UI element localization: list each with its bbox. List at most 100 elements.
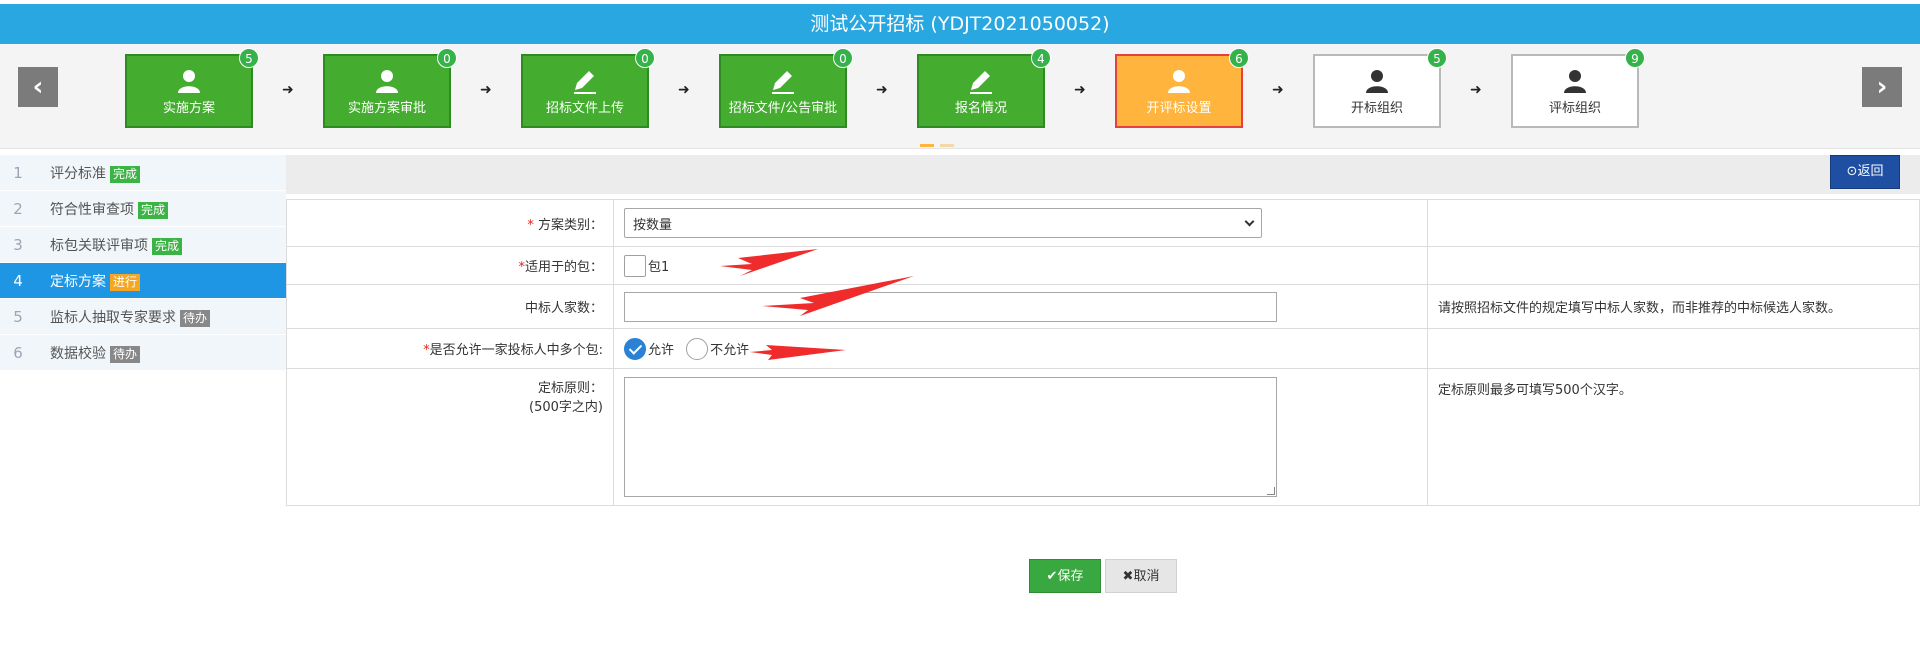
allow-radio[interactable] (624, 337, 646, 360)
form-row-package: *适用于的包： 包1 (286, 246, 1920, 285)
menu-item-label: 数据校验 待办 (50, 343, 141, 363)
menu-item-number: 2 (13, 199, 23, 218)
menu-item-label: 标包关联评审项 完成 (50, 235, 183, 255)
principle-cell (613, 368, 1428, 506)
multi-package-cell: 允许 不允许 (613, 328, 1428, 369)
scheme-type-cell: 按数量 (613, 199, 1428, 247)
step-count-badge: 4 (1031, 48, 1051, 68)
cancel-button[interactable]: ✖取消 (1105, 559, 1177, 593)
step-arrow-icon: ➜ (1470, 82, 1482, 98)
step-label: 实施方案审批 (347, 101, 426, 116)
menu-item-label: 定标方案 进行 (50, 271, 141, 291)
package-checkbox[interactable] (624, 254, 646, 277)
step-count-badge: 0 (437, 48, 457, 68)
step-label: 开标组织 (1350, 101, 1403, 116)
step-label: 实施方案 (162, 101, 215, 116)
step-arrow-icon: ➜ (1074, 82, 1086, 98)
step-tender-upload[interactable]: 招标文件上传 0 (521, 48, 655, 128)
user-icon (1168, 70, 1190, 93)
step-arrow-icon: ➜ (678, 82, 690, 98)
status-badge: 待办 (110, 345, 141, 363)
multi-package-label: *是否允许一家投标人中多个包: (286, 328, 614, 369)
user-icon (1366, 70, 1388, 93)
chevron-down-icon (1244, 216, 1255, 226)
package-label: *适用于的包： (286, 246, 614, 285)
user-icon (376, 70, 398, 93)
step-implementation-plan[interactable]: 实施方案 5 (125, 48, 259, 128)
allow-radio-label: 允许 (648, 343, 675, 358)
menu-item-expert-requirements[interactable]: 5 监标人抽取专家要求 待办 (0, 299, 286, 335)
menu-item-number: 3 (13, 235, 23, 254)
workflow-steps: ‹ 实施方案 5 ➜ 实施方案审批 0 ➜ 招标文件上传 0 ➜ 招标文件/公告… (0, 44, 1920, 149)
step-bid-opening[interactable]: 开标组织 5 (1313, 48, 1447, 128)
menu-item-number: 5 (13, 307, 23, 326)
menu-item-number: 4 (13, 271, 23, 290)
menu-item-scoring-criteria[interactable]: 1 评分标准 完成 (0, 155, 286, 191)
save-button[interactable]: ✔保存 (1029, 559, 1101, 593)
carousel-dot[interactable] (940, 144, 954, 147)
next-step-button[interactable]: › (1862, 67, 1902, 107)
step-plan-approval[interactable]: 实施方案审批 0 (323, 48, 457, 128)
winner-count-hint: 请按照招标文件的规定填写中标人家数，而非推荐的中标候选人家数。 (1427, 284, 1920, 329)
step-count-badge: 6 (1229, 48, 1249, 68)
principle-hint: 定标原则最多可填写500个汉字。 (1427, 368, 1920, 506)
pencil-icon (772, 71, 794, 94)
menu-item-award-plan[interactable]: 4 定标方案 进行 (0, 263, 286, 299)
step-label: 开评标设置 (1146, 101, 1212, 116)
menu-item-label: 评分标准 完成 (50, 163, 141, 183)
step-label: 评标组织 (1548, 101, 1601, 116)
content-toolbar: ⊙返回 (286, 155, 1920, 194)
principle-label: 定标原则： (500字之内) (286, 368, 614, 506)
form-row-scheme-type: * 方案类别： 按数量 (286, 199, 1920, 247)
page-title: 测试公开招标 (YDJT2021050052) (0, 4, 1920, 44)
disallow-radio-label: 不允许 (710, 343, 750, 358)
step-label: 报名情况 (954, 101, 1007, 116)
carousel-dot[interactable] (920, 144, 934, 147)
resize-grip-icon[interactable] (1267, 487, 1275, 495)
step-arrow-icon: ➜ (876, 82, 888, 98)
prev-step-button[interactable]: ‹ (18, 67, 58, 107)
sub-step-menu: 1 评分标准 完成 2 符合性审查项 完成 3 标包关联评审项 完成 4 定标方案 进行… (0, 155, 286, 371)
package-cell: 包1 (613, 246, 1428, 285)
step-bid-opening-setup[interactable]: 开评标设置 6 (1115, 48, 1249, 128)
step-label: 招标文件/公告审批 (728, 101, 838, 116)
menu-item-label: 监标人抽取专家要求 待办 (50, 307, 211, 327)
scheme-type-select[interactable]: 按数量 (624, 208, 1262, 238)
pencil-icon (574, 71, 596, 94)
menu-item-label: 符合性审查项 完成 (50, 199, 169, 219)
back-button[interactable]: ⊙返回 (1830, 155, 1900, 189)
menu-item-data-validation[interactable]: 6 数据校验 待办 (0, 335, 286, 371)
step-registration[interactable]: 报名情况 4 (917, 48, 1051, 128)
menu-item-number: 1 (13, 163, 23, 182)
status-badge: 完成 (138, 201, 169, 219)
winner-count-label: 中标人家数： (286, 284, 614, 329)
step-label: 招标文件上传 (545, 101, 624, 116)
carousel-dots (920, 136, 960, 151)
menu-item-compliance-review[interactable]: 2 符合性审查项 完成 (0, 191, 286, 227)
step-count-badge: 9 (1625, 48, 1645, 68)
status-badge: 进行 (110, 273, 141, 291)
multi-package-hint (1427, 328, 1920, 369)
status-badge: 完成 (152, 237, 183, 255)
winner-count-cell (613, 284, 1428, 329)
disallow-radio[interactable] (686, 337, 709, 360)
principle-textarea[interactable] (624, 377, 1277, 497)
form-row-principle: 定标原则： (500字之内) 定标原则最多可填写500个汉字。 (286, 368, 1920, 506)
status-badge: 待办 (180, 309, 211, 327)
award-plan-form: * 方案类别： 按数量 *适用于的包： 包1 中标人家数： 请按照招标文件的规定… (286, 199, 1920, 506)
form-row-winner-count: 中标人家数： 请按照招标文件的规定填写中标人家数，而非推荐的中标候选人家数。 (286, 284, 1920, 329)
step-tender-notice-approval[interactable]: 招标文件/公告审批 0 (719, 48, 853, 128)
status-badge: 完成 (110, 165, 141, 183)
pencil-icon (970, 71, 992, 94)
step-evaluation[interactable]: 评标组织 9 (1511, 48, 1645, 128)
menu-item-package-review-items[interactable]: 3 标包关联评审项 完成 (0, 227, 286, 263)
step-count-badge: 0 (833, 48, 853, 68)
user-icon (178, 70, 200, 93)
form-row-multi-package: *是否允许一家投标人中多个包: 允许 不允许 (286, 328, 1920, 369)
package-option-label: 包1 (648, 260, 670, 275)
menu-item-number: 6 (13, 343, 23, 362)
step-count-badge: 5 (239, 48, 259, 68)
step-arrow-icon: ➜ (480, 82, 492, 98)
winner-count-input[interactable] (624, 291, 1277, 322)
package-hint (1427, 246, 1920, 285)
